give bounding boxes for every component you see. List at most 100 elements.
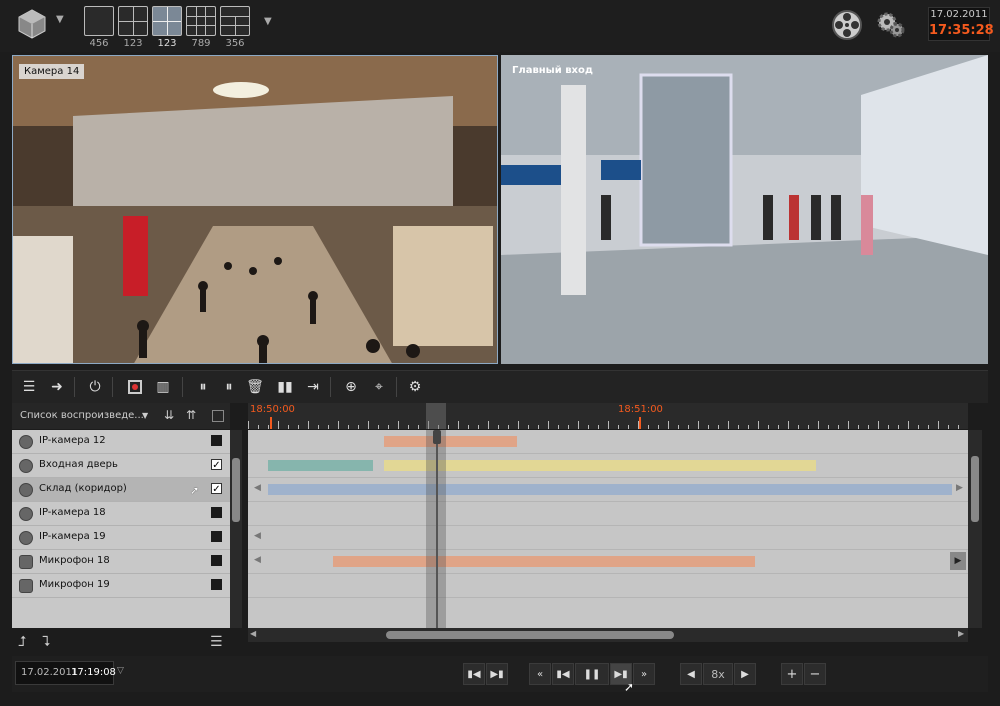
layout-2x2-button[interactable] xyxy=(118,6,148,36)
scroll-thumb[interactable] xyxy=(232,458,240,522)
trash-icon[interactable]: 🗑 xyxy=(244,376,266,398)
playhead-handle[interactable] xyxy=(433,430,441,444)
lines-menu-icon[interactable]: ☰ xyxy=(210,634,223,650)
playlist-dropdown-label[interactable]: Список воспроизведе... xyxy=(20,410,144,421)
ruler-tick xyxy=(388,425,389,429)
pause-circle-icon[interactable]: ⏸ xyxy=(192,376,214,398)
timeline-ruler[interactable]: 18:50:00 18:51:00 xyxy=(248,403,968,429)
fast-forward-icon[interactable]: » xyxy=(633,663,655,685)
ruler-tick xyxy=(908,421,909,429)
device-row[interactable]: Микрофон 18 xyxy=(12,550,230,574)
device-row[interactable]: IP-камера 12 xyxy=(12,430,230,454)
recording-segment[interactable] xyxy=(268,484,952,495)
chevron-down-icon[interactable]: ▼ xyxy=(142,411,148,420)
zoom-in-icon[interactable]: + xyxy=(781,663,803,685)
device-name: Микрофон 19 xyxy=(39,579,110,590)
bookmarks-icon[interactable]: ▮▮ xyxy=(274,376,296,398)
scroll-left-arrow-icon[interactable]: ◀ xyxy=(250,629,256,638)
device-name: Склад (коридор) xyxy=(39,483,127,494)
device-checkbox[interactable] xyxy=(211,555,222,566)
slower-icon[interactable]: ◀ xyxy=(680,663,702,685)
ruler-tick xyxy=(858,425,859,429)
stop-circle-icon[interactable]: ⏸ xyxy=(218,376,240,398)
layout-mixed-button[interactable] xyxy=(220,6,250,36)
playhead-line[interactable] xyxy=(436,430,438,628)
collapse-all-icon[interactable]: ⇊ xyxy=(164,408,174,422)
timeline-horizontal-scrollbar[interactable]: ◀ ▶ xyxy=(248,628,968,642)
device-checkbox[interactable] xyxy=(211,531,222,542)
device-row-selected[interactable]: Склад (коридор) ➚ ✓ xyxy=(12,478,230,502)
device-checkbox[interactable]: ✓ xyxy=(211,459,222,471)
go-to-end-icon[interactable]: ▶▮ xyxy=(486,663,508,685)
ruler-tick xyxy=(248,421,249,429)
settings-gears-icon[interactable] xyxy=(874,8,908,42)
step-up-icon[interactable]: ⮥ xyxy=(18,634,26,650)
record-icon[interactable] xyxy=(124,376,146,398)
recording-segment[interactable] xyxy=(384,460,816,471)
recording-segment[interactable] xyxy=(268,460,373,471)
device-row[interactable]: IP-камера 18 xyxy=(12,502,230,526)
clock-date: 17.02.2011 xyxy=(930,9,988,20)
step-down-icon[interactable]: ⮧ xyxy=(42,634,50,650)
scroll-right-arrow-icon[interactable]: ▶ xyxy=(956,483,963,493)
recording-segment[interactable] xyxy=(333,556,755,567)
device-row[interactable]: Входная дверь ✓ xyxy=(12,454,230,478)
ruler-tick xyxy=(788,421,789,429)
ruler-tick xyxy=(408,425,409,429)
device-row[interactable]: IP-камера 19 xyxy=(12,526,230,550)
scroll-thumb[interactable] xyxy=(386,631,674,639)
faster-icon[interactable]: ▶ xyxy=(734,663,756,685)
recording-segment[interactable] xyxy=(384,436,517,447)
scroll-left-arrow-icon[interactable]: ◀ xyxy=(254,531,261,541)
ruler-tick xyxy=(718,425,719,429)
power-icon[interactable]: ⏻ xyxy=(84,376,106,398)
video-pane-main-entrance[interactable]: Главный вход xyxy=(501,55,988,364)
device-checkbox[interactable] xyxy=(211,435,222,446)
pause-icon[interactable]: ❚❚ xyxy=(575,663,609,685)
zoom-out-icon[interactable]: − xyxy=(804,663,826,685)
scroll-right-arrow-icon[interactable]: ▶ xyxy=(950,552,966,570)
scroll-left-arrow-icon[interactable]: ◀ xyxy=(254,555,261,565)
video-pane-camera-14[interactable]: Камера 14 xyxy=(12,55,498,364)
crosshair-icon[interactable]: ⌖ xyxy=(368,376,390,398)
ruler-tick xyxy=(868,425,869,429)
date-dropdown-icon[interactable]: ▽ xyxy=(117,666,124,676)
clock-display: 17.02.2011 17:35:28 xyxy=(928,7,994,41)
scroll-thumb[interactable] xyxy=(971,456,979,522)
timeline-tracks[interactable]: ◀ ▶ ◀ ◀ ▶ xyxy=(248,430,968,628)
ruler-tick xyxy=(578,421,579,429)
ruler-tick xyxy=(358,425,359,429)
timeline-vertical-scrollbar[interactable] xyxy=(968,430,982,628)
fast-rewind-icon[interactable]: « xyxy=(529,663,551,685)
split-view-icon[interactable]: ▥ xyxy=(152,376,174,398)
ruler-tick xyxy=(898,425,899,429)
device-list-scrollbar[interactable] xyxy=(230,430,242,628)
gear-icon[interactable]: ⚙ xyxy=(404,376,426,398)
skip-forward-icon[interactable]: ⇥ xyxy=(302,376,324,398)
film-reel-icon[interactable] xyxy=(830,8,864,42)
go-to-start-icon[interactable]: ▮◀ xyxy=(463,663,485,685)
layout-3x3-button[interactable] xyxy=(186,6,216,36)
expand-all-icon[interactable]: ⇈ xyxy=(186,408,196,422)
ruler-time-right: 18:51:00 xyxy=(618,404,663,415)
device-checkbox[interactable]: ✓ xyxy=(211,483,222,495)
export-icon[interactable]: ➜ xyxy=(46,376,68,398)
device-row[interactable]: Микрофон 19 xyxy=(12,574,230,598)
device-checkbox[interactable] xyxy=(211,579,222,590)
step-back-icon[interactable]: ▮◀ xyxy=(552,663,574,685)
chevron-down-icon[interactable]: ▼ xyxy=(56,14,64,25)
ruler-tick xyxy=(828,425,829,429)
app-logo-icon[interactable] xyxy=(16,8,48,40)
date-time-input[interactable]: 17.02.2011 17:19:08 xyxy=(15,661,116,685)
layout-1x1-button[interactable] xyxy=(84,6,114,36)
layout-2x2-selected-button[interactable] xyxy=(152,6,182,36)
timeline-row: ◀ ▶ xyxy=(248,550,968,574)
target-icon[interactable]: ⊕ xyxy=(340,376,362,398)
device-checkbox[interactable] xyxy=(211,507,222,518)
scroll-right-arrow-icon[interactable]: ▶ xyxy=(958,629,964,638)
scroll-left-arrow-icon[interactable]: ◀ xyxy=(254,483,261,493)
list-icon[interactable]: ☰ xyxy=(18,376,40,398)
select-all-checkbox[interactable] xyxy=(212,410,224,422)
layouts-dropdown-chevron-icon[interactable]: ▼ xyxy=(264,16,272,27)
bottom-time: 17:19:08 xyxy=(71,667,116,678)
